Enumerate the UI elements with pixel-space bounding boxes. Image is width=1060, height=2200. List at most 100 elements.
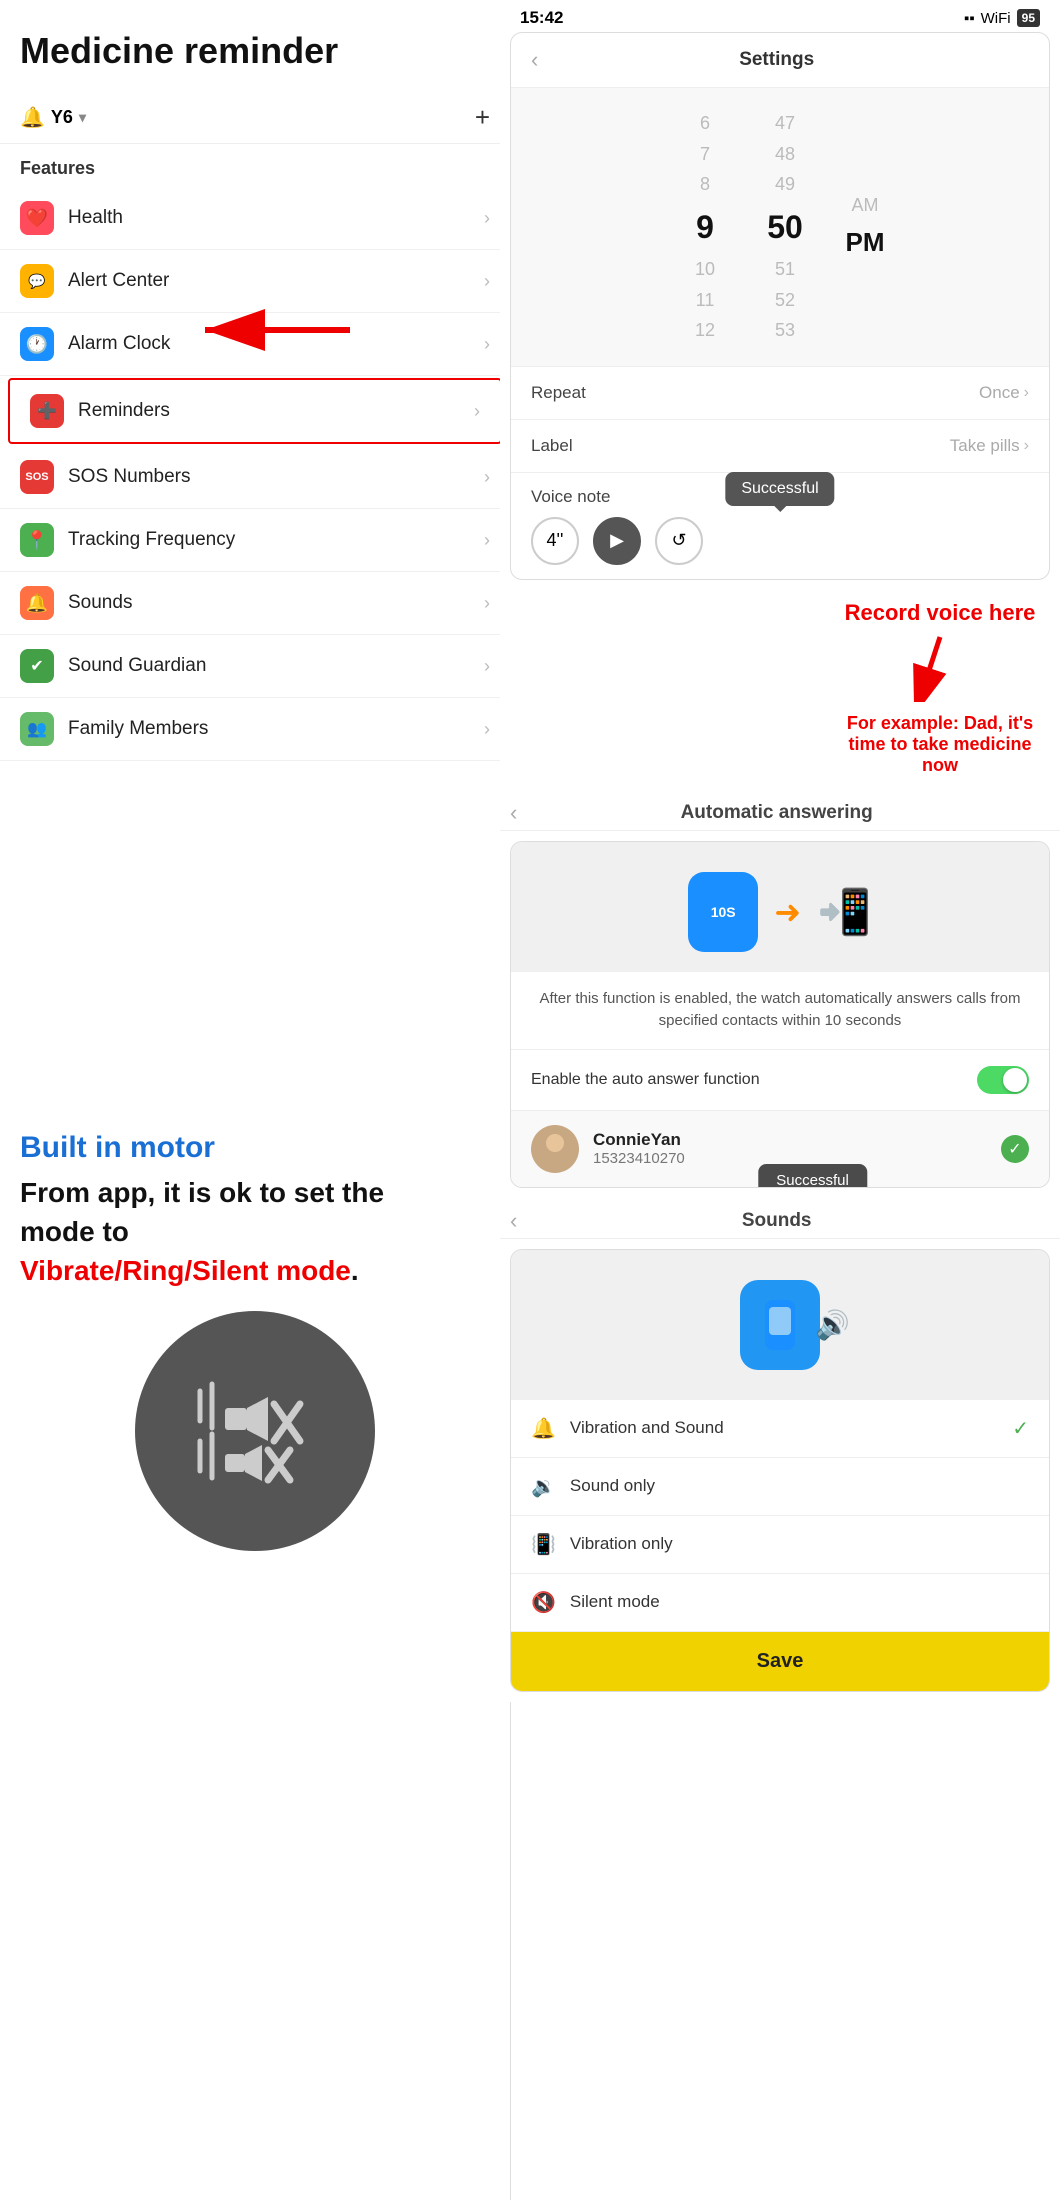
minute-52: 52 (775, 285, 795, 316)
chevron-right-icon: › (484, 334, 490, 355)
play-button[interactable]: ▶ (593, 517, 641, 565)
status-icons: ▪▪ WiFi 95 (964, 9, 1040, 27)
hour-9-selected: 9 (696, 200, 714, 254)
annotation-content: Record voice here For example: Dad, it's… (830, 594, 1050, 782)
replay-button[interactable]: ↺ (655, 517, 703, 565)
sounds-icon: 🔔 (20, 586, 54, 620)
reminder-icon: ➕ (30, 394, 64, 428)
alarm-icon: 🕐 (20, 327, 54, 361)
chevron-right-icon: › (484, 208, 490, 229)
vibration-only-row[interactable]: 📳 Vibration only (511, 1516, 1049, 1574)
mode-options: Vibrate/Ring/Silent mode (20, 1255, 351, 1286)
left-bottom-section: Built in motor From app, it is ok to set… (0, 761, 510, 1561)
time-picker-inner: 6 7 8 9 10 11 12 47 48 49 50 51 (511, 98, 1049, 356)
back-button[interactable]: ‹ (531, 47, 538, 73)
voice-controls: Successful 4'' ▶ ↺ (531, 517, 1029, 565)
contact-check-icon: ✓ (1001, 1135, 1029, 1163)
label-chevron-icon: › (1024, 437, 1029, 455)
sidebar-item-guardian[interactable]: ✔ Sound Guardian › (0, 635, 510, 698)
dropdown-chevron-icon[interactable]: ▾ (79, 109, 86, 126)
duration-label: 4'' (547, 530, 564, 551)
settings-title: Settings (554, 49, 999, 71)
period: . (351, 1255, 359, 1286)
example-text: For example: Dad, it's time to take medi… (830, 707, 1050, 782)
sounds-watch-wrap: 🔊 (740, 1280, 820, 1370)
voice-note-section: Voice note Successful 4'' ▶ ↺ (511, 472, 1049, 579)
label-label: Label (531, 436, 573, 456)
minute-49: 49 (775, 169, 795, 200)
minute-51: 51 (775, 254, 795, 285)
vibration-sound-row[interactable]: 🔔 Vibration and Sound ✓ (511, 1400, 1049, 1458)
repeat-label: Repeat (531, 383, 586, 403)
settings-screen: ‹ Settings 6 7 8 9 10 11 12 (510, 32, 1050, 580)
sidebar-item-label: Alert Center (68, 270, 484, 292)
voice-duration-btn: 4'' (531, 517, 579, 565)
pm-option: PM (846, 220, 885, 264)
sidebar-item-tracking[interactable]: 📍 Tracking Frequency › (0, 509, 510, 572)
hour-7: 7 (700, 139, 710, 170)
hour-11: 11 (696, 285, 715, 316)
minute-column[interactable]: 47 48 49 50 51 52 53 (745, 108, 825, 346)
auto-answer-description: After this function is enabled, the watc… (511, 972, 1049, 1050)
watch-icon (688, 872, 758, 952)
mute-icon-circle (135, 1311, 375, 1551)
toggle-label: Enable the auto answer function (531, 1071, 760, 1089)
app-header: 🔔 Y6 ▾ + (0, 92, 510, 144)
bell-icon: 🔔 (20, 105, 45, 130)
sidebar-item-sounds[interactable]: 🔔 Sounds › (0, 572, 510, 635)
label-row[interactable]: Label Take pills › (511, 419, 1049, 472)
sounds-illustration: 🔊 (511, 1250, 1049, 1400)
contact-name: ConnieYan (593, 1130, 987, 1150)
built-motor-title: Built in motor (20, 1131, 490, 1165)
contact-tooltip: Successful (758, 1164, 867, 1188)
health-icon: ❤️ (20, 201, 54, 235)
vibration-only-label: Vibration only (570, 1534, 1029, 1554)
sidebar-item-label: Alarm Clock (68, 333, 484, 355)
minute-48: 48 (775, 139, 795, 170)
auto-answer-screen: ➜ 📲 After this function is enabled, the … (510, 841, 1050, 1188)
ampm-column[interactable]: AM PM (835, 190, 895, 265)
hour-column[interactable]: 6 7 8 9 10 11 12 (665, 108, 745, 346)
repeat-chevron-icon: › (1024, 384, 1029, 402)
signal-icon: ▪▪ (964, 10, 975, 27)
red-arrow-down-icon (910, 632, 970, 702)
settings-header: ‹ Settings (511, 33, 1049, 88)
save-button[interactable]: Save (511, 1632, 1049, 1691)
mode-line2: mode to (20, 1216, 129, 1247)
sidebar-item-alarm[interactable]: 🕐 Alarm Clock › (0, 313, 510, 376)
silent-mode-row[interactable]: 🔇 Silent mode (511, 1574, 1049, 1632)
contact-row[interactable]: ConnieYan 15323410270 ✓ Successful (511, 1111, 1049, 1187)
vibration-sound-label: Vibration and Sound (570, 1418, 998, 1438)
sidebar-item-reminders[interactable]: ➕ Reminders › (8, 378, 502, 444)
sound-only-label: Sound only (570, 1476, 1029, 1496)
record-annotation: Record voice here For example: Dad, it's… (510, 594, 1050, 782)
tracking-icon: 📍 (20, 523, 54, 557)
arrow-orange-icon: ➜ (774, 893, 801, 931)
sounds-screen-title: Sounds (533, 1210, 1020, 1232)
sidebar-item-label: Family Members (68, 718, 484, 740)
hour-12: 12 (695, 315, 715, 346)
sidebar-item-label: Sounds (68, 592, 484, 614)
auto-answer-toggle[interactable] (977, 1066, 1029, 1094)
avatar-icon (535, 1129, 575, 1169)
right-panel: 15:42 ▪▪ WiFi 95 ‹ Settings 6 7 8 9 (500, 0, 1060, 1702)
hour-10: 10 (695, 254, 715, 285)
sidebar-item-alert[interactable]: 💬 Alert Center › (0, 250, 510, 313)
hour-8: 8 (700, 169, 710, 200)
wifi-icon: WiFi (981, 10, 1011, 27)
watch-svg (755, 1295, 805, 1355)
time-picker[interactable]: 6 7 8 9 10 11 12 47 48 49 50 51 (511, 88, 1049, 366)
sidebar-item-sos[interactable]: SOS SOS Numbers › (0, 446, 510, 509)
sound-only-row[interactable]: 🔉 Sound only (511, 1458, 1049, 1516)
am-option: AM (852, 190, 879, 221)
record-voice-text: Record voice here (830, 594, 1050, 632)
family-icon: 👥 (20, 712, 54, 746)
repeat-row[interactable]: Repeat Once › (511, 366, 1049, 419)
sidebar-item-family[interactable]: 👥 Family Members › (0, 698, 510, 761)
sounds-back-button[interactable]: ‹ (510, 1208, 517, 1234)
add-button[interactable]: + (475, 102, 490, 133)
sound-waves-icon: 🔊 (815, 1308, 850, 1341)
auto-answer-back-button[interactable]: ‹ (510, 800, 517, 826)
chevron-right-icon: › (484, 271, 490, 292)
sidebar-item-health[interactable]: ❤️ Health › (0, 187, 510, 250)
